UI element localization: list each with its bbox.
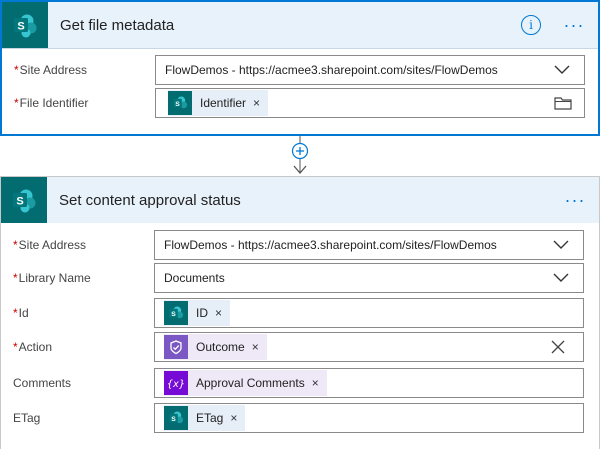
add-step-icon[interactable]: [291, 142, 309, 160]
file-identifier-row: *File Identifier S Identifier ×: [2, 88, 598, 118]
comments-label: Comments: [13, 376, 72, 390]
site-address-label: *Site Address: [13, 238, 87, 252]
approval-comments-token[interactable]: {x} Approval Comments ×: [164, 370, 327, 396]
folder-icon[interactable]: [554, 96, 572, 110]
step-connector: [290, 136, 310, 176]
more-icon: ···: [563, 15, 585, 35]
approvals-icon: [164, 335, 188, 359]
id-token[interactable]: S ID ×: [164, 300, 231, 326]
card-header[interactable]: S Set content approval status ···: [1, 177, 599, 223]
get-file-metadata-card: S Get file metadata i ··· *Site Address …: [0, 0, 600, 136]
site-address-value: FlowDemos - https://acmee3.sharepoint.co…: [165, 63, 498, 77]
outcome-token[interactable]: Outcome ×: [164, 334, 267, 360]
token-label: ETag: [196, 411, 224, 425]
set-content-approval-status-card: S Set content approval status ··· *Site …: [0, 176, 600, 449]
token-label: Approval Comments: [196, 376, 305, 390]
id-row: *Id S ID ×: [1, 298, 599, 328]
action-label: *Action: [13, 340, 53, 354]
action-row: *Action Outcome ×: [1, 332, 599, 362]
remove-token-icon[interactable]: ×: [215, 306, 222, 320]
card-title: Set content approval status: [59, 191, 241, 209]
library-name-dropdown[interactable]: Documents: [154, 263, 584, 293]
info-icon: i: [521, 15, 541, 35]
comments-input[interactable]: {x} Approval Comments ×: [154, 368, 584, 398]
etag-token[interactable]: S ETag ×: [164, 405, 246, 431]
library-name-row: *Library Name Documents: [1, 263, 599, 293]
more-options-button[interactable]: ···: [562, 15, 586, 35]
sharepoint-icon: S: [168, 91, 192, 115]
action-input[interactable]: Outcome ×: [154, 332, 584, 362]
chevron-down-icon[interactable]: [549, 240, 573, 250]
sharepoint-icon: S: [2, 2, 48, 48]
site-address-row: *Site Address FlowDemos - https://acmee3…: [1, 230, 599, 260]
etag-input[interactable]: S ETag ×: [154, 403, 584, 433]
sharepoint-icon: S: [164, 301, 188, 325]
site-address-row: *Site Address FlowDemos - https://acmee3…: [2, 55, 598, 85]
sharepoint-icon: S: [164, 406, 188, 430]
site-address-dropdown[interactable]: FlowDemos - https://acmee3.sharepoint.co…: [155, 55, 585, 85]
info-button[interactable]: i: [517, 15, 545, 35]
remove-token-icon[interactable]: ×: [312, 376, 319, 390]
etag-row: ETag S ETag ×: [1, 403, 599, 433]
remove-token-icon[interactable]: ×: [230, 411, 237, 425]
svg-text:S: S: [17, 21, 24, 33]
comments-row: Comments {x} Approval Comments ×: [1, 368, 599, 398]
file-identifier-input[interactable]: S Identifier ×: [155, 88, 585, 118]
remove-token-icon[interactable]: ×: [253, 96, 260, 110]
library-name-label: *Library Name: [13, 271, 91, 285]
site-address-label: *Site Address: [14, 63, 88, 77]
chevron-down-icon[interactable]: [549, 273, 573, 283]
more-options-button[interactable]: ···: [563, 190, 587, 210]
file-identifier-label: *File Identifier: [14, 96, 89, 110]
site-address-value: FlowDemos - https://acmee3.sharepoint.co…: [164, 238, 497, 252]
chevron-down-icon[interactable]: [550, 65, 574, 75]
svg-text:S: S: [175, 101, 180, 108]
site-address-dropdown[interactable]: FlowDemos - https://acmee3.sharepoint.co…: [154, 230, 584, 260]
card-title: Get file metadata: [60, 16, 175, 34]
token-label: Outcome: [196, 340, 245, 354]
card-header[interactable]: S Get file metadata i ···: [2, 2, 598, 49]
svg-text:S: S: [16, 196, 23, 208]
svg-text:{x}: {x}: [167, 379, 185, 390]
token-label: ID: [196, 306, 208, 320]
more-icon: ···: [564, 190, 586, 210]
id-input[interactable]: S ID ×: [154, 298, 584, 328]
variable-icon: {x}: [164, 371, 188, 395]
etag-label: ETag: [13, 411, 41, 425]
svg-text:S: S: [171, 311, 176, 318]
id-label: *Id: [13, 306, 29, 320]
library-name-value: Documents: [164, 271, 225, 285]
sharepoint-icon: S: [1, 177, 47, 223]
svg-text:S: S: [171, 416, 176, 423]
clear-icon[interactable]: [551, 340, 565, 354]
token-label: Identifier: [200, 96, 247, 110]
remove-token-icon[interactable]: ×: [252, 340, 259, 354]
identifier-token[interactable]: S Identifier ×: [168, 90, 269, 116]
